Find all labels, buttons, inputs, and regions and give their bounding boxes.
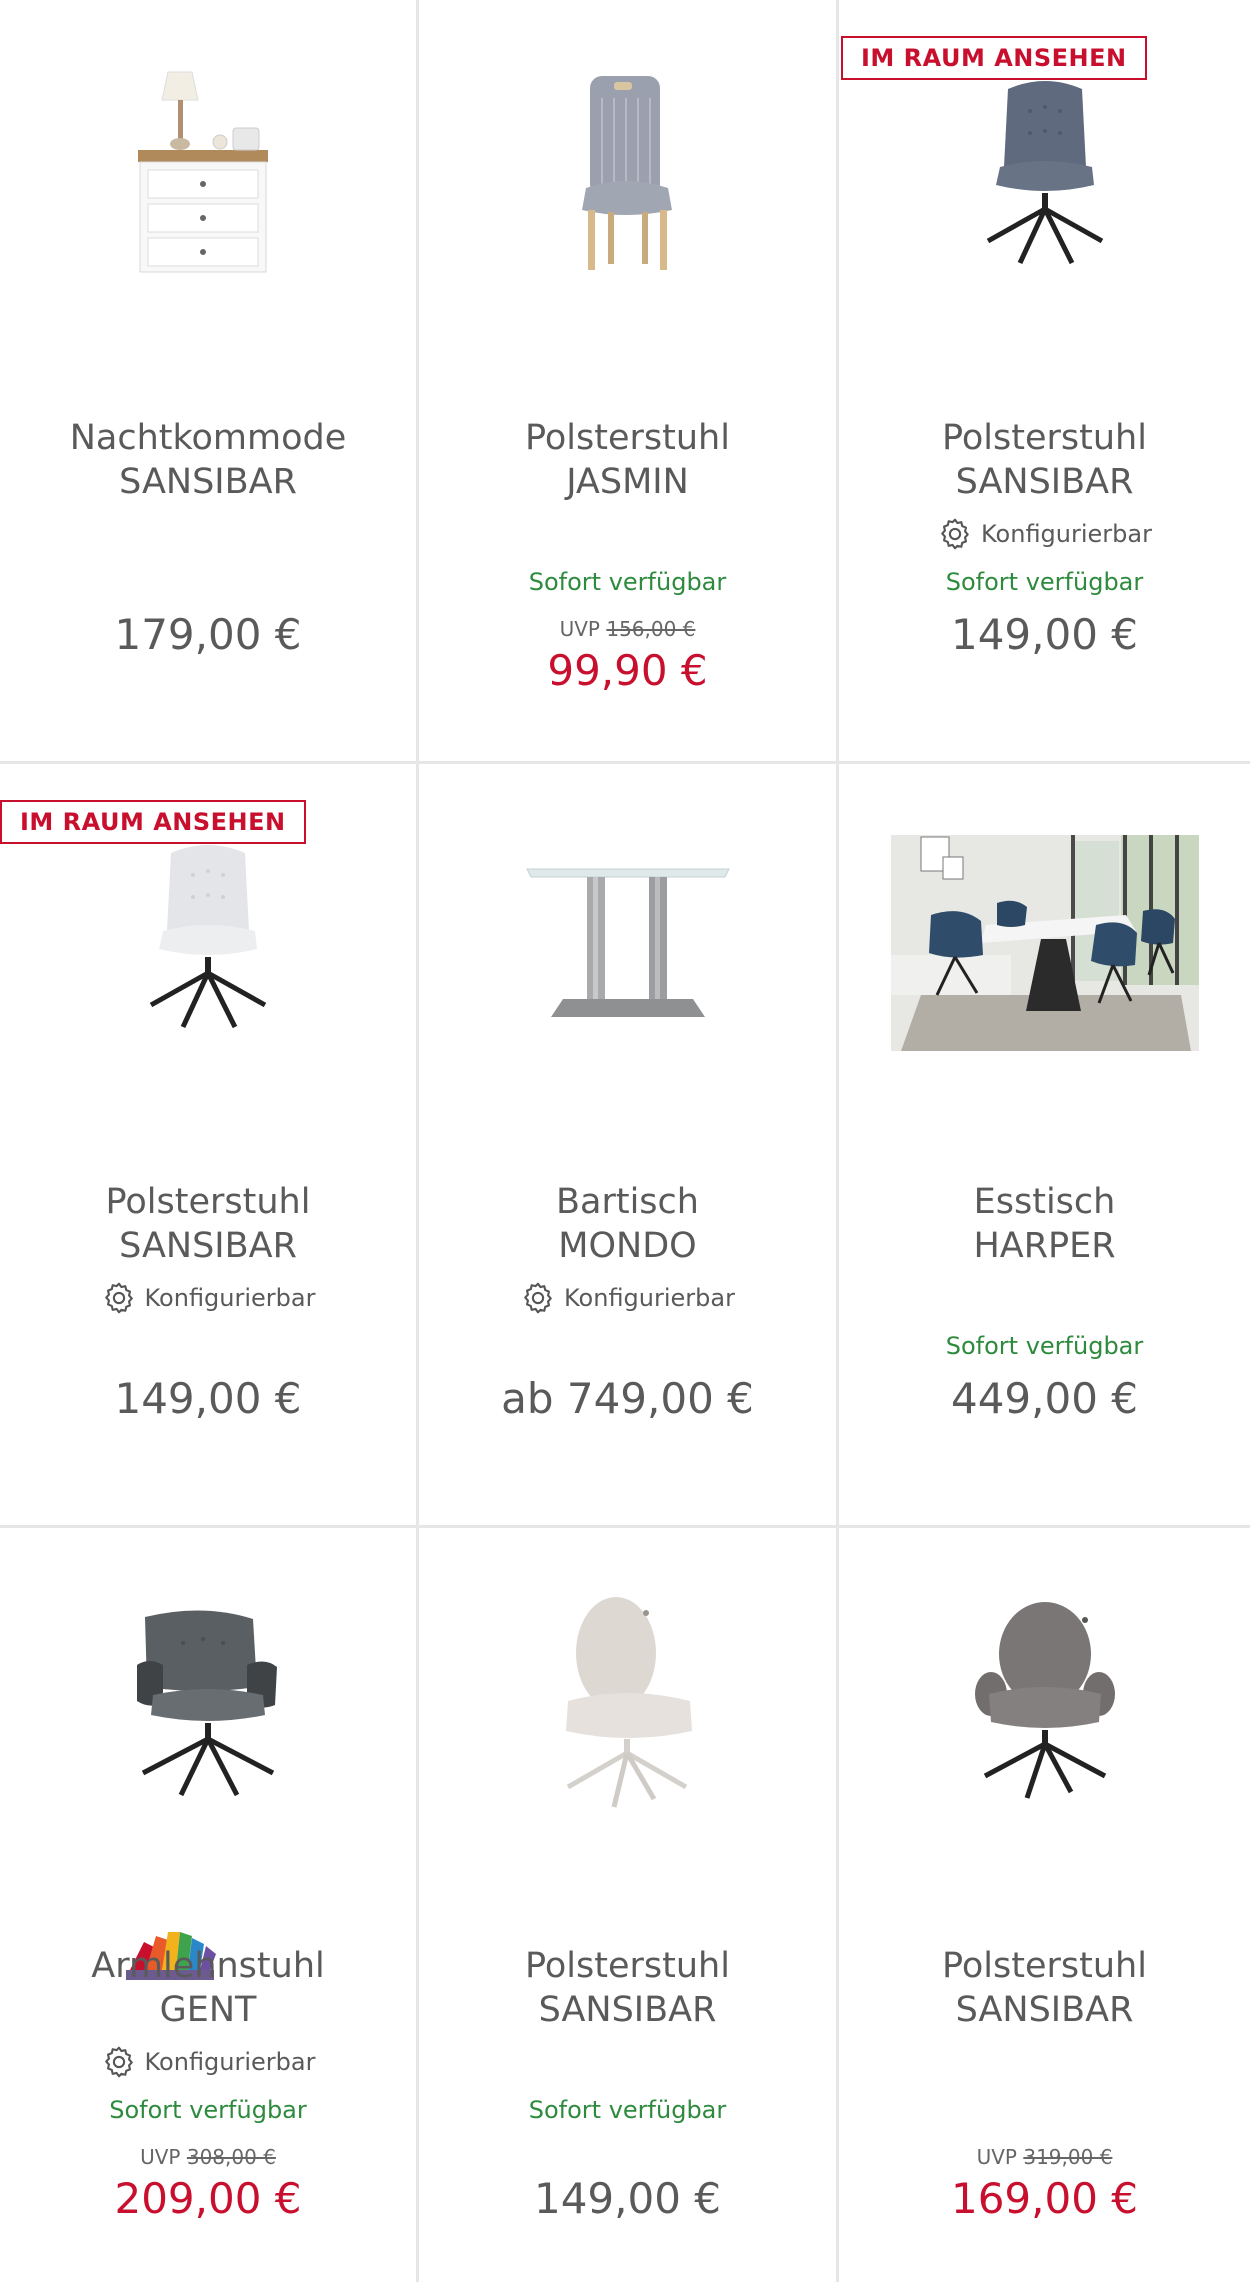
product-price: 179,00 € xyxy=(114,610,302,659)
product-model[interactable]: HARPER xyxy=(839,1224,1250,1268)
availability-label: Sofort verfügbar xyxy=(528,2096,727,2124)
nightstand-image xyxy=(138,71,268,273)
product-name[interactable]: Armlehnstuhl GENT xyxy=(0,1944,416,2032)
product-type[interactable]: Nachtkommode xyxy=(0,416,416,460)
gear-icon xyxy=(104,1282,133,1314)
product-card[interactable]: Esstisch HARPER Sofort verfügbar 449,00 … xyxy=(839,764,1250,1528)
product-image[interactable] xyxy=(0,1578,416,1828)
product-type[interactable]: Polsterstuhl xyxy=(839,1944,1250,1988)
uvp-price: UVP 319,00 € xyxy=(839,2145,1250,2169)
configurable-label: Konfigurierbar xyxy=(839,516,1250,552)
swivel-chair-image xyxy=(149,845,267,1029)
armchair-image xyxy=(137,1610,277,1797)
uvp-old-price: 319,00 € xyxy=(1023,2145,1113,2169)
product-card[interactable]: Polsterstuhl SANSIBAR Sofort verfügbar 1… xyxy=(419,1528,839,2282)
sale-price: 209,00 € xyxy=(114,2174,302,2223)
product-card[interactable]: IM RAUM ANSEHEN Polsterstuhl SANSIBAR Ko… xyxy=(839,0,1250,764)
availability-label: Sofort verfügbar xyxy=(945,568,1144,596)
product-type[interactable]: Bartisch xyxy=(419,1180,836,1224)
product-card[interactable]: Polsterstuhl JASMIN Sofort verfügbar UVP… xyxy=(419,0,839,764)
product-image[interactable] xyxy=(419,814,836,1064)
product-type[interactable]: Polsterstuhl xyxy=(0,1180,416,1224)
uvp-price: UVP 156,00 € xyxy=(419,617,836,641)
product-image[interactable] xyxy=(0,814,416,1064)
product-model[interactable]: SANSIBAR xyxy=(839,460,1250,504)
product-price: ab 749,00 € xyxy=(501,1374,754,1423)
product-type[interactable]: Polsterstuhl xyxy=(419,1944,836,1988)
round-chair-image xyxy=(565,1597,692,1808)
product-name[interactable]: Polsterstuhl SANSIBAR xyxy=(0,1180,416,1268)
product-card[interactable]: Polsterstuhl SANSIBAR UVP 319,00 € 169,0… xyxy=(839,1528,1250,2282)
product-name[interactable]: Polsterstuhl JASMIN xyxy=(419,416,836,504)
product-model[interactable]: JASMIN xyxy=(419,460,836,504)
product-card[interactable]: Bartisch MONDO Konfigurierbar ab 749,00 … xyxy=(419,764,839,1528)
product-image[interactable] xyxy=(419,50,836,300)
availability-label: Sofort verfügbar xyxy=(945,1332,1144,1360)
product-model[interactable]: GENT xyxy=(0,1988,416,2032)
product-model[interactable]: MONDO xyxy=(419,1224,836,1268)
configurable-label: Konfigurierbar xyxy=(419,1280,836,1316)
product-grid: Nachtkommode SANSIBAR 179,00 € Polsterst… xyxy=(0,0,1250,2282)
product-image[interactable] xyxy=(839,50,1250,300)
sale-price: 99,90 € xyxy=(547,646,708,695)
product-price: 149,00 € xyxy=(114,1374,302,1423)
gear-icon xyxy=(941,518,969,550)
product-image[interactable] xyxy=(0,50,416,300)
sale-price: 169,00 € xyxy=(950,2174,1139,2223)
product-card[interactable]: Armlehnstuhl GENT Konfigurierbar Sofort … xyxy=(0,1528,419,2282)
product-image[interactable] xyxy=(419,1578,836,1828)
product-type[interactable]: Polsterstuhl xyxy=(419,416,836,460)
product-type[interactable]: Polsterstuhl xyxy=(839,416,1250,460)
product-name[interactable]: Polsterstuhl SANSIBAR xyxy=(839,416,1250,504)
uvp-label: UVP xyxy=(140,2145,181,2169)
product-name[interactable]: Polsterstuhl SANSIBAR xyxy=(419,1944,836,2032)
product-price: 149,00 € xyxy=(950,610,1139,659)
availability-label: Sofort verfügbar xyxy=(109,2096,307,2124)
availability-label: Sofort verfügbar xyxy=(528,568,727,596)
product-card[interactable]: Nachtkommode SANSIBAR 179,00 € xyxy=(0,0,419,764)
configurable-label: Konfigurierbar xyxy=(0,2044,416,2080)
product-type[interactable]: Armlehnstuhl xyxy=(0,1944,416,1988)
uvp-label: UVP xyxy=(559,617,600,641)
product-name[interactable]: Bartisch MONDO xyxy=(419,1180,836,1268)
uvp-old-price: 156,00 € xyxy=(606,617,696,641)
product-price: 449,00 € xyxy=(950,1374,1139,1423)
product-model[interactable]: SANSIBAR xyxy=(419,1988,836,2032)
product-model[interactable]: SANSIBAR xyxy=(0,1224,416,1268)
gear-icon xyxy=(104,2046,133,2078)
product-name[interactable]: Esstisch HARPER xyxy=(839,1180,1250,1268)
configurable-text: Konfigurierbar xyxy=(144,2048,316,2076)
product-price: 149,00 € xyxy=(533,2174,722,2223)
uvp-old-price: 308,00 € xyxy=(186,2145,276,2169)
product-name[interactable]: Nachtkommode SANSIBAR xyxy=(0,416,416,504)
product-image[interactable] xyxy=(839,1578,1250,1828)
swivel-chair-image xyxy=(986,81,1103,265)
gear-icon xyxy=(524,1282,552,1314)
product-image[interactable] xyxy=(839,818,1250,1068)
uvp-price: UVP 308,00 € xyxy=(0,2145,416,2169)
configurable-text: Konfigurierbar xyxy=(144,1284,316,1312)
chair-image xyxy=(581,76,672,270)
product-type[interactable]: Esstisch xyxy=(839,1180,1250,1224)
configurable-text: Konfigurierbar xyxy=(564,1284,735,1312)
uvp-label: UVP xyxy=(976,2145,1017,2169)
bar-table-image xyxy=(525,868,730,1017)
dining-room-image xyxy=(890,835,1199,1051)
round-armchair-image xyxy=(974,1602,1115,1799)
product-model[interactable]: SANSIBAR xyxy=(839,1988,1250,2032)
configurable-text: Konfigurierbar xyxy=(981,520,1152,548)
product-model[interactable]: SANSIBAR xyxy=(0,460,416,504)
product-card[interactable]: IM RAUM ANSEHEN Polsterstuhl SANSIBAR Ko… xyxy=(0,764,419,1528)
configurable-label: Konfigurierbar xyxy=(0,1280,416,1316)
product-name[interactable]: Polsterstuhl SANSIBAR xyxy=(839,1944,1250,2032)
